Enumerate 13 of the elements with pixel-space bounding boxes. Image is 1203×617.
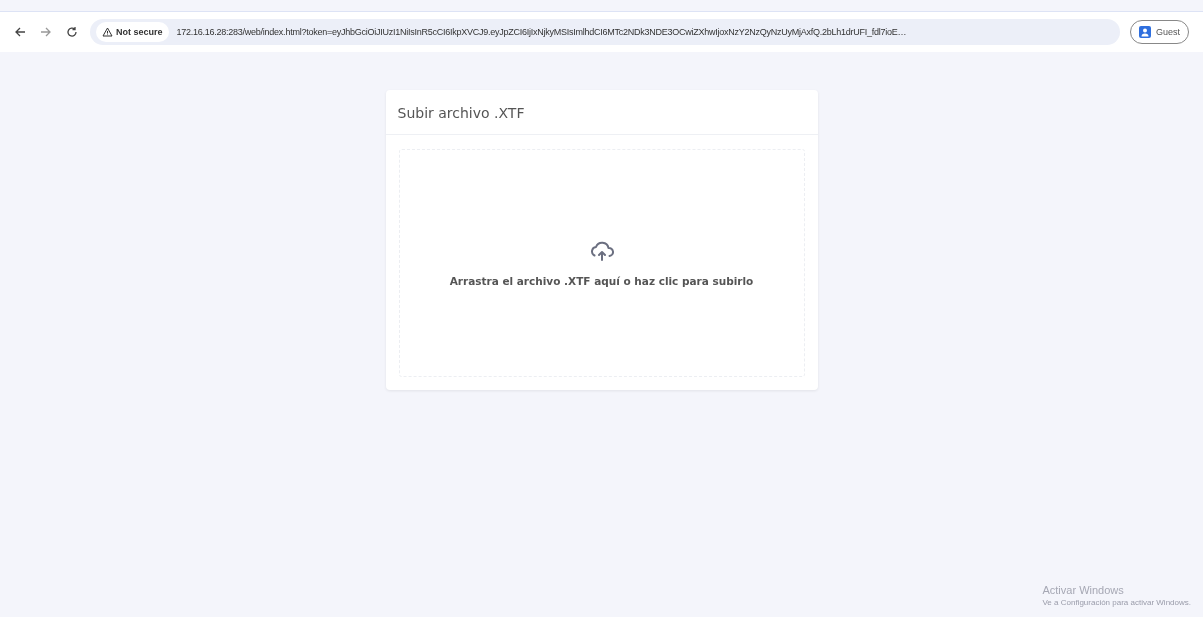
activation-message: Ve a Configuración para activar Windows. bbox=[1042, 598, 1191, 607]
address-bar[interactable]: Not secure 172.16.16.28:283/web/index.html?token=eyJhbGciOiJIUzI1NiIsInR5cCI6IkpXVCJ9.eyJpZCI6IjIxNjkyMSIsImlhdCI6MTc2NDk3NDE3OCwiZXhwIjoxNzY2NzQyNzUyMjAxfQ.2bLh1drUFI_fdl7ioE… bbox=[90, 19, 1120, 45]
person-icon bbox=[1139, 26, 1151, 38]
profile-button[interactable]: Guest bbox=[1130, 20, 1189, 44]
security-chip[interactable]: Not secure bbox=[96, 22, 169, 42]
card-title: Subir archivo .XTF bbox=[385, 90, 818, 135]
activation-title: Activar Windows bbox=[1042, 584, 1125, 596]
drop-zone[interactable]: Arrastra el archivo .XTF aquí o haz clic para subirlo bbox=[398, 149, 805, 377]
cloud-upload-icon bbox=[589, 239, 614, 263]
reload-button[interactable] bbox=[64, 24, 80, 40]
url-text: 172.16.16.28:283/web/index.html?token=eyJhbGciOiJIUzI1NiIsInR5cCI6IkpXVCJ9.eyJpZCI6IjIxNjkyMSIsImlhdCI6MTc2NDk3NDE3OCwiZXhwIjoxNzY2NzQyNzUyMjAxfQ.2bLh1drUFI_fdl7ioE… bbox=[176, 27, 907, 37]
drop-instructions: Arrastra el archivo .XTF aquí o haz clic para subirlo bbox=[449, 275, 754, 287]
warning-icon bbox=[102, 27, 113, 37]
